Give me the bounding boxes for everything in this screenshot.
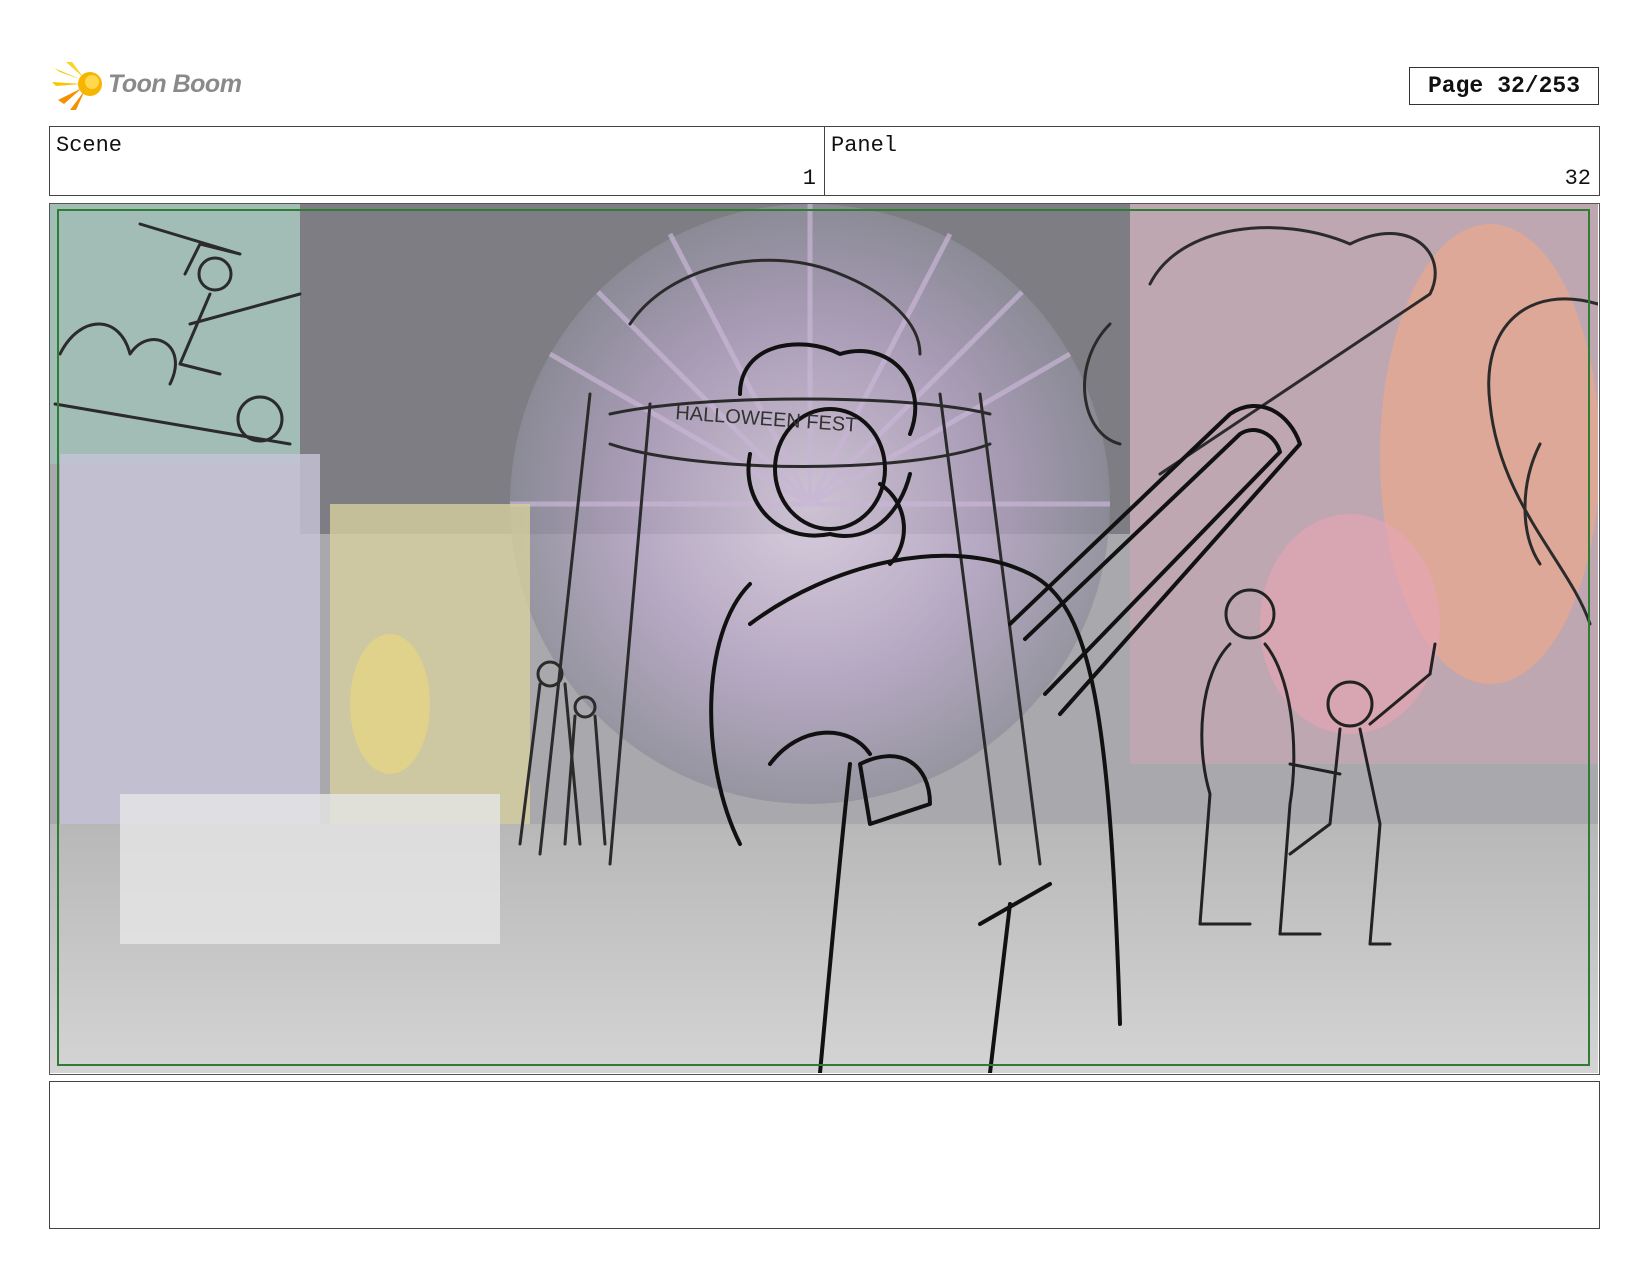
- notes-box: [49, 1081, 1600, 1229]
- scene-number: 1: [802, 166, 816, 191]
- panel-artwork: HALLOWEEN FEST: [50, 204, 1598, 1073]
- storyboard-panel: HALLOWEEN FEST: [49, 203, 1600, 1075]
- scene-cell: Scene 1: [50, 127, 824, 195]
- page-value: 32/253: [1497, 73, 1581, 99]
- scene-label: Scene: [56, 133, 123, 158]
- panel-number: 32: [1564, 166, 1591, 191]
- brand-name: Toon Boom: [108, 70, 242, 98]
- page-counter: Page 32/253: [1409, 67, 1599, 105]
- page-label: Page: [1427, 73, 1484, 99]
- panel-label: Panel: [831, 133, 898, 158]
- starburst-icon: [52, 62, 102, 110]
- panel-cell: Panel 32: [824, 127, 1599, 195]
- scene-panel-header: Scene 1 Panel 32: [49, 126, 1600, 196]
- toon-boom-logo: Toon Boom: [52, 60, 252, 112]
